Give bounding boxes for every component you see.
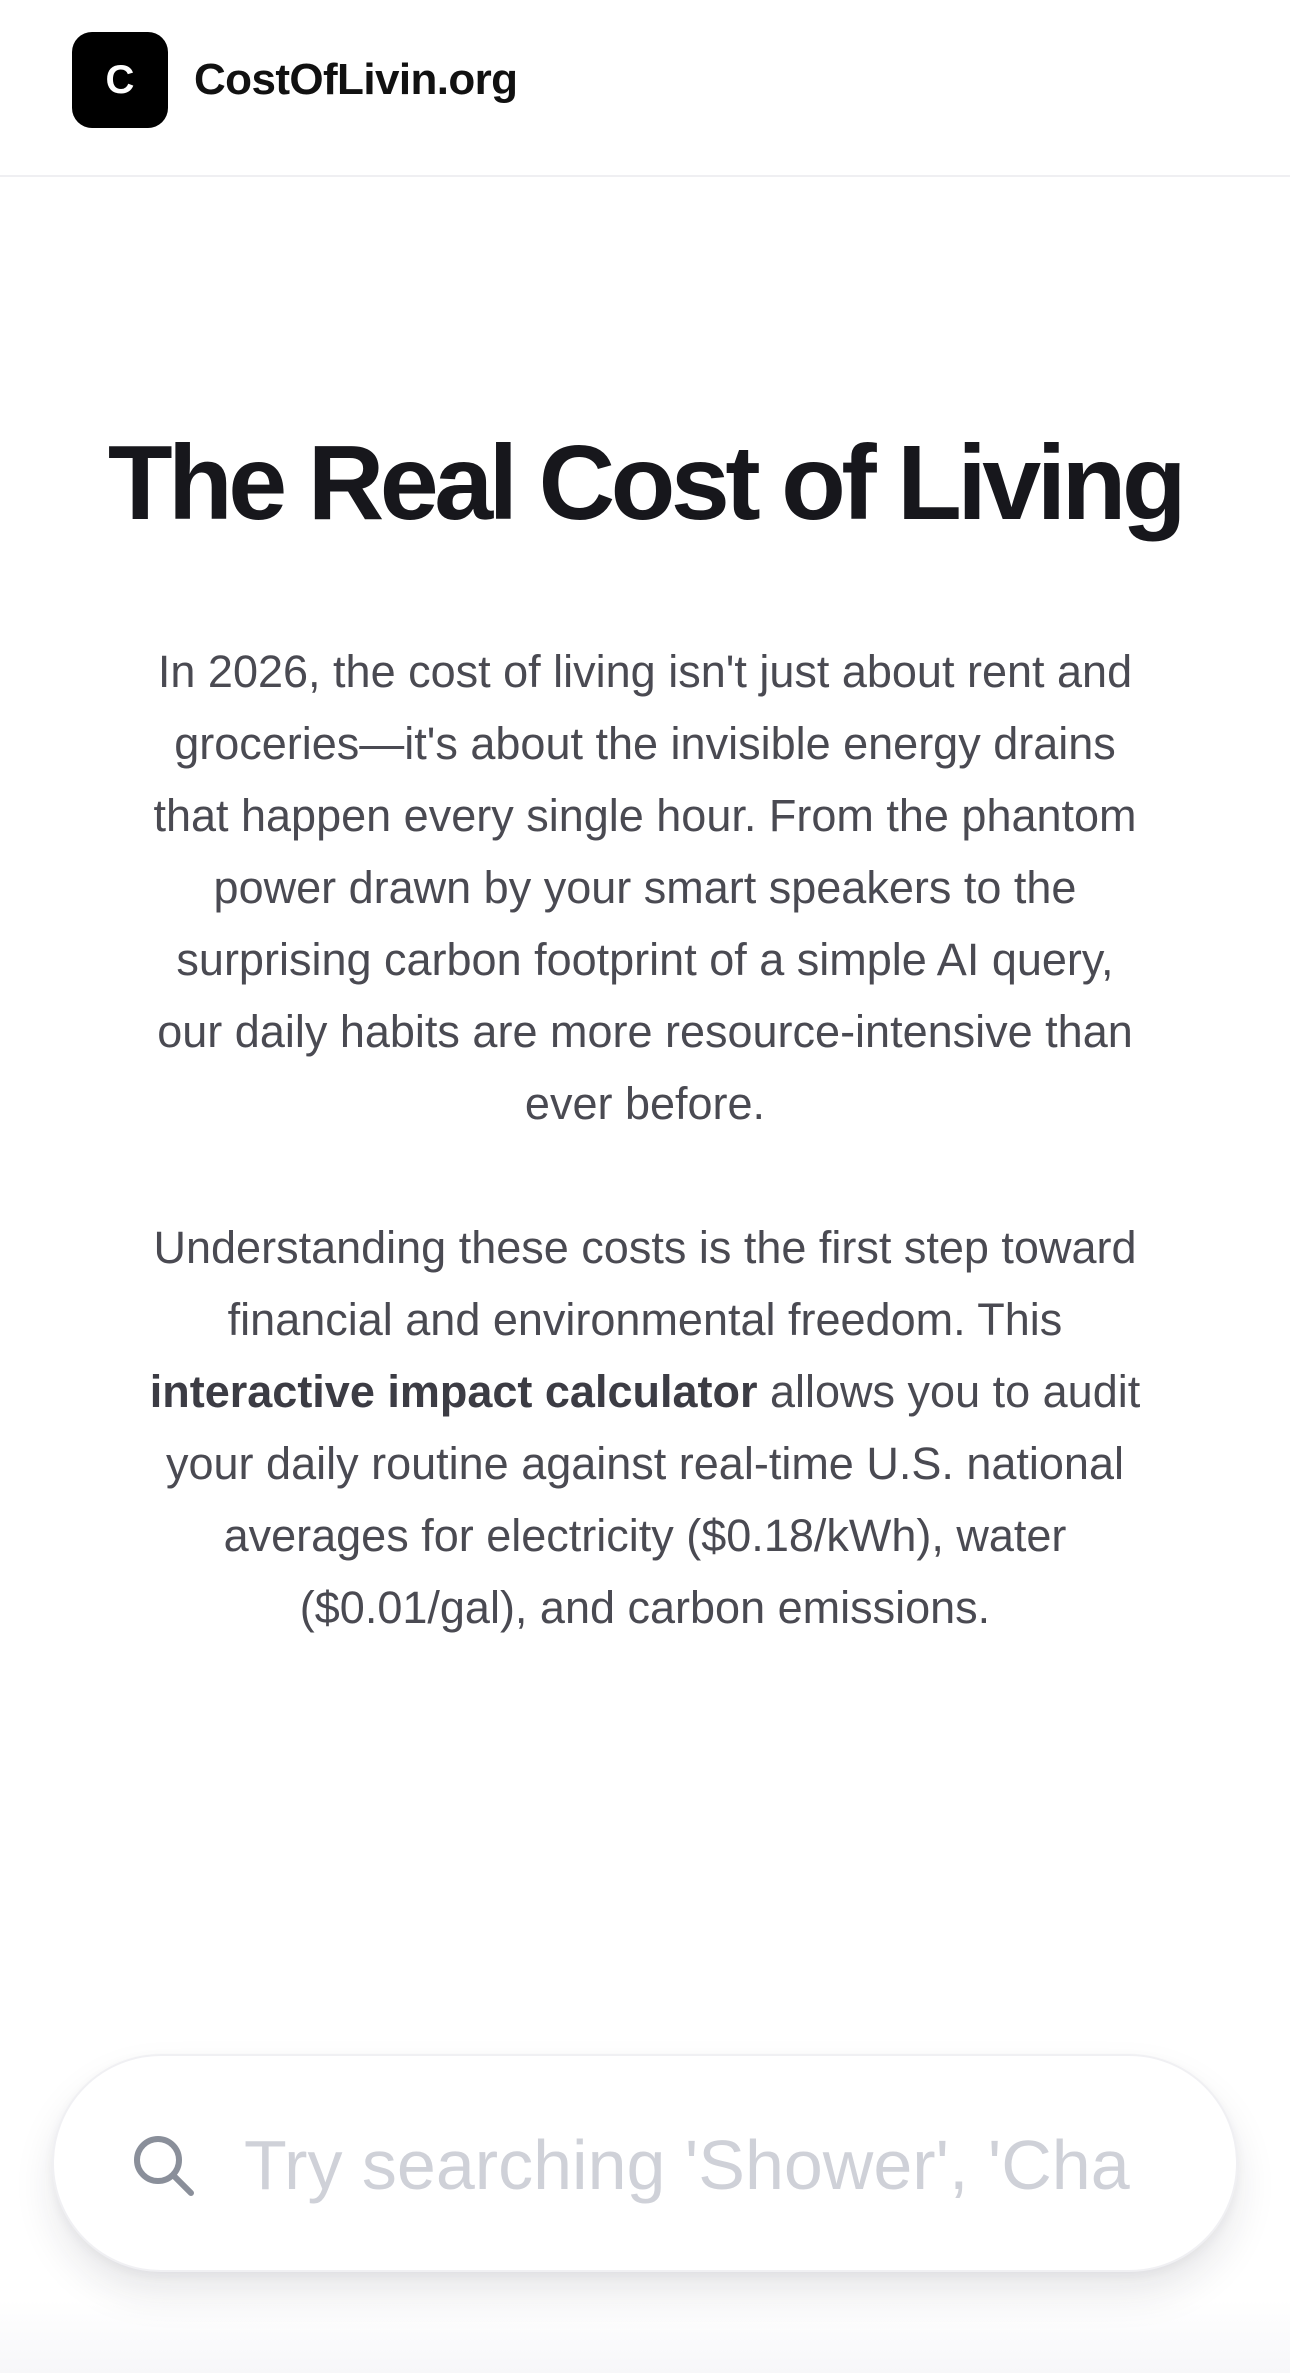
site-header: C CostOfLivin.org [0,0,1290,177]
search-icon [134,2136,194,2196]
page-title: The Real Cost of Living [107,424,1187,542]
site-logo[interactable]: C [72,32,168,128]
search-bar[interactable] [52,2054,1238,2272]
intro-paragraph-2: Understanding these costs is the first s… [140,1212,1150,1644]
intro-paragraph-2-lead: Understanding these costs is the first s… [153,1222,1137,1345]
calculator-emphasis: interactive impact calculator [149,1366,758,1417]
logo-letter: C [105,57,135,102]
search-backdrop [0,2300,1290,2373]
site-name[interactable]: CostOfLivin.org [194,50,518,110]
intro-paragraph-1: In 2026, the cost of living isn't just a… [153,646,1137,1129]
search-input[interactable] [244,2112,1144,2218]
